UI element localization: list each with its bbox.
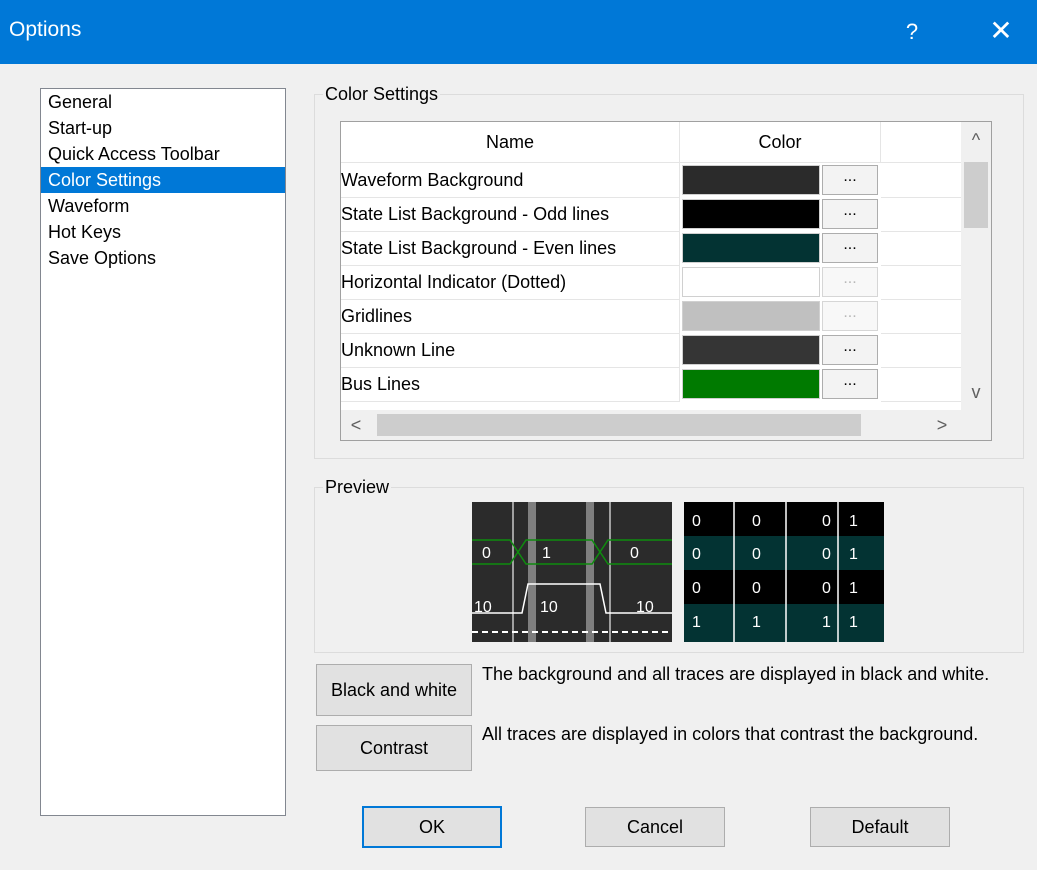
- row-filler: [881, 265, 961, 300]
- row-filler: [881, 231, 961, 266]
- state-value: 0: [692, 513, 701, 530]
- title-bar: Options ? ✕: [0, 0, 1037, 64]
- preview-graphic: 0 1 0 10 10 10 0 0 0 1 0 0 0 1 0 0 0 1 1…: [472, 502, 884, 642]
- nav-item-waveform[interactable]: Waveform: [41, 193, 285, 219]
- bus-value: 10: [636, 599, 654, 616]
- vertical-scroll-thumb[interactable]: [964, 162, 988, 228]
- scroll-up-arrow-icon[interactable]: ^: [961, 130, 991, 151]
- state-value: 1: [849, 513, 858, 530]
- column-header-name[interactable]: Name: [341, 122, 680, 163]
- color-swatch[interactable]: [682, 369, 820, 399]
- grid-row[interactable]: Gridlines ...: [341, 299, 961, 334]
- vertical-scrollbar[interactable]: ^ v: [961, 122, 991, 410]
- color-swatch[interactable]: [682, 267, 820, 297]
- nav-item-quick-access-toolbar[interactable]: Quick Access Toolbar: [41, 141, 285, 167]
- bus-value: 10: [474, 599, 492, 616]
- default-button[interactable]: Default: [810, 807, 950, 847]
- scroll-down-arrow-icon[interactable]: v: [961, 382, 991, 403]
- bus-value: 10: [540, 599, 558, 616]
- state-value: 0: [692, 546, 701, 563]
- nav-item-start-up[interactable]: Start-up: [41, 115, 285, 141]
- contrast-description: All traces are displayed in colors that …: [482, 724, 979, 744]
- row-name: Waveform Background: [341, 163, 680, 198]
- nav-item-color-settings[interactable]: Color Settings: [41, 167, 285, 193]
- column-header-color[interactable]: Color: [680, 122, 881, 163]
- scroll-left-arrow-icon[interactable]: <: [341, 415, 371, 436]
- choose-color-button[interactable]: ...: [822, 199, 878, 229]
- choose-color-button: ...: [822, 301, 878, 331]
- scroll-corner: [961, 410, 991, 440]
- row-name: State List Background - Odd lines: [341, 197, 680, 232]
- cancel-button[interactable]: Cancel: [585, 807, 725, 847]
- state-value: 0: [822, 580, 831, 597]
- row-name: Bus Lines: [341, 367, 680, 402]
- nav-item-hot-keys[interactable]: Hot Keys: [41, 219, 285, 245]
- state-value: 1: [822, 614, 831, 631]
- bus-value: 0: [482, 545, 491, 562]
- nav-item-general[interactable]: General: [41, 89, 285, 115]
- color-settings-legend: Color Settings: [325, 84, 439, 104]
- color-swatch[interactable]: [682, 301, 820, 331]
- ok-button[interactable]: OK: [362, 806, 502, 848]
- bus-value: 1: [542, 545, 551, 562]
- choose-color-button[interactable]: ...: [822, 165, 878, 195]
- row-name: Unknown Line: [341, 333, 680, 368]
- grid-row[interactable]: Unknown Line ...: [341, 333, 961, 368]
- row-name: Horizontal Indicator (Dotted): [341, 265, 680, 300]
- row-filler: [881, 333, 961, 368]
- state-value: 0: [822, 513, 831, 530]
- row-filler: [881, 299, 961, 334]
- horizontal-scroll-thumb[interactable]: [377, 414, 861, 436]
- options-dialog: General Start-up Quick Access Toolbar Co…: [8, 64, 1029, 870]
- state-value: 1: [849, 614, 858, 631]
- contrast-button[interactable]: Contrast: [316, 725, 472, 771]
- color-swatch[interactable]: [682, 199, 820, 229]
- column-header-empty: [881, 122, 961, 163]
- close-button[interactable]: ✕: [976, 0, 1026, 64]
- state-value: 1: [752, 614, 761, 631]
- help-button[interactable]: ?: [892, 0, 932, 64]
- state-value: 0: [822, 546, 831, 563]
- state-value: 0: [752, 546, 761, 563]
- preview-canvas: 0 1 0 10 10 10 0 0 0 1 0 0 0 1 0 0 0 1 1…: [472, 502, 884, 647]
- state-value: 0: [692, 580, 701, 597]
- grid-row[interactable]: Waveform Background ...: [341, 163, 961, 198]
- window-title: Options: [9, 18, 82, 41]
- row-filler: [881, 367, 961, 402]
- choose-color-button[interactable]: ...: [822, 369, 878, 399]
- choose-color-button: ...: [822, 267, 878, 297]
- grid-row[interactable]: Bus Lines ...: [341, 367, 961, 402]
- horizontal-scrollbar[interactable]: < >: [341, 410, 961, 440]
- nav-item-save-options[interactable]: Save Options: [41, 245, 285, 271]
- state-value: 1: [849, 546, 858, 563]
- choose-color-button[interactable]: ...: [822, 335, 878, 365]
- grid-row[interactable]: State List Background - Odd lines ...: [341, 197, 961, 232]
- black-and-white-description: The background and all traces are displa…: [482, 664, 990, 684]
- state-value: 0: [752, 513, 761, 530]
- grid-row[interactable]: Horizontal Indicator (Dotted) ...: [341, 265, 961, 300]
- state-value: 1: [849, 580, 858, 597]
- bus-value: 0: [630, 545, 639, 562]
- state-value: 1: [692, 614, 701, 631]
- row-name: State List Background - Even lines: [341, 231, 680, 266]
- category-list[interactable]: General Start-up Quick Access Toolbar Co…: [40, 88, 286, 816]
- row-filler: [881, 197, 961, 232]
- color-swatch[interactable]: [682, 335, 820, 365]
- scroll-right-arrow-icon[interactable]: >: [927, 415, 957, 436]
- row-name: Gridlines: [341, 299, 680, 334]
- preview-legend: Preview: [325, 477, 390, 497]
- color-swatch[interactable]: [682, 233, 820, 263]
- choose-color-button[interactable]: ...: [822, 233, 878, 263]
- color-swatch[interactable]: [682, 165, 820, 195]
- black-and-white-button[interactable]: Black and white: [316, 664, 472, 716]
- grid-row[interactable]: State List Background - Even lines ...: [341, 231, 961, 266]
- state-value: 0: [752, 580, 761, 597]
- color-settings-grid[interactable]: Name Color Waveform Background ... State…: [340, 121, 992, 441]
- row-filler: [881, 163, 961, 198]
